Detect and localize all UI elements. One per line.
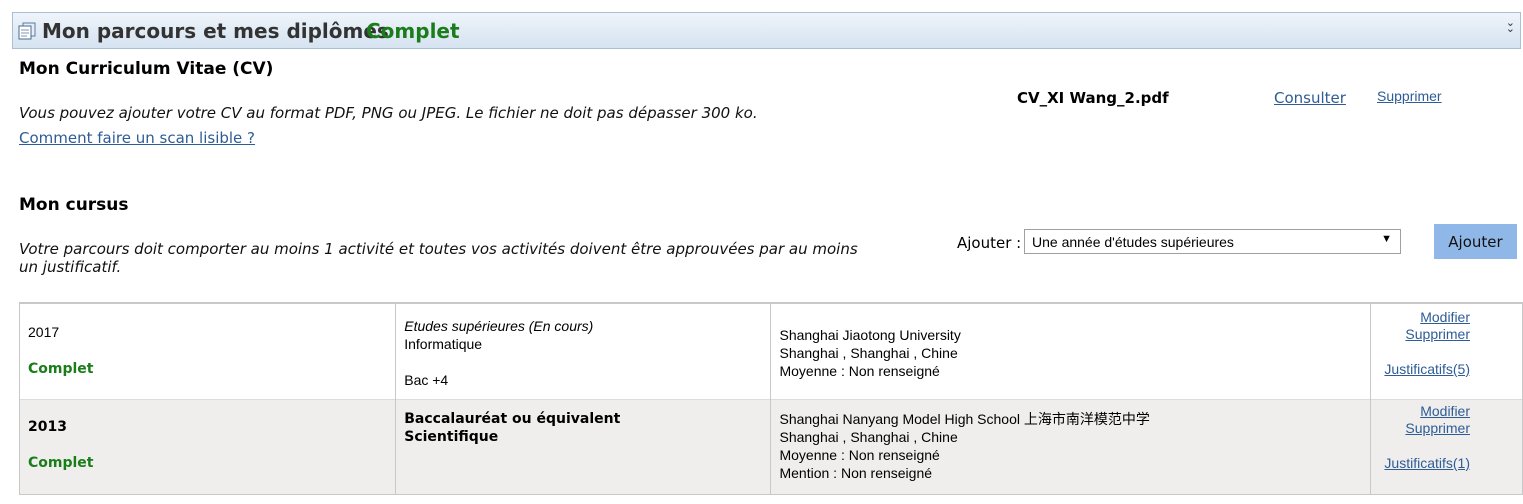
row-location: Shanghai , Shanghai , Chine (779, 345, 958, 361)
table-row: 2013 Complet Baccalauréat ou équivalent … (18, 399, 1523, 495)
cv-instructions: Vous pouvez ajouter votre CV au format P… (19, 104, 758, 122)
row-level: Bac +4 (404, 372, 449, 388)
activity-type-select[interactable]: Une année d'études supérieures ▼ (1024, 229, 1401, 254)
documents-icon (18, 22, 36, 40)
row-year: 2017 (28, 324, 60, 340)
row-average: Moyenne : Non renseigné (779, 447, 940, 463)
row-school: Shanghai Nanyang Model High School 上海市南洋… (779, 411, 1150, 427)
year-cell: 2013 Complet (18, 399, 397, 495)
school-cell: Shanghai Jiaotong University Shanghai , … (770, 303, 1372, 400)
row-status: Complet (28, 361, 94, 377)
double-chevron-down-icon[interactable]: ⌄ ⌄ (1506, 17, 1515, 34)
section-status-badge: Complet (366, 19, 460, 43)
cursus-heading: Mon cursus (19, 195, 129, 215)
cursus-table: 2017 Complet Etudes supérieures (En cour… (18, 302, 1523, 495)
justificatifs-link[interactable]: Justificatifs(1) (1384, 455, 1470, 471)
type-cell: Etudes supérieures (En cours) Informatiq… (395, 303, 772, 400)
row-year: 2013 (28, 419, 67, 435)
add-label: Ajouter : (957, 234, 1022, 252)
table-row: 2017 Complet Etudes supérieures (En cour… (18, 303, 1523, 400)
cv-heading: Mon Curriculum Vitae (CV) (19, 59, 274, 79)
modify-link[interactable]: Modifier (1405, 403, 1470, 420)
scan-help-link[interactable]: Comment faire un scan lisible ? (19, 129, 255, 147)
row-average: Moyenne : Non renseigné (779, 363, 940, 379)
school-cell: Shanghai Nanyang Model High School 上海市南洋… (770, 399, 1372, 495)
row-field: Informatique (404, 336, 483, 352)
row-type: Etudes supérieures (En cours) (404, 318, 594, 334)
row-type: Baccalauréat ou équivalent (404, 411, 621, 427)
actions-cell: Modifier Supprimer Justificatifs(1) (1370, 399, 1523, 495)
cv-consult-link[interactable]: Consulter (1274, 89, 1346, 107)
dropdown-arrow-icon: ▼ (1381, 233, 1392, 245)
activity-type-select-value: Une année d'études supérieures (1032, 234, 1234, 250)
section-header[interactable]: Mon parcours et mes diplômes Complet ⌄ ⌄ (12, 12, 1521, 49)
delete-link[interactable]: Supprimer (1405, 420, 1470, 437)
type-cell: Baccalauréat ou équivalent Scientifique (395, 399, 772, 495)
row-location: Shanghai , Shanghai , Chine (779, 429, 958, 445)
row-mention: Mention : Non renseigné (779, 465, 933, 481)
row-field: Scientifique (404, 429, 499, 445)
year-cell: 2017 Complet (18, 303, 397, 400)
add-button[interactable]: Ajouter (1434, 224, 1517, 259)
cv-file-name: CV_XI Wang_2.pdf (1017, 89, 1169, 107)
delete-link[interactable]: Supprimer (1405, 326, 1470, 343)
actions-cell: Modifier Supprimer Justificatifs(5) (1370, 303, 1523, 400)
section-title: Mon parcours et mes diplômes (42, 19, 389, 43)
justificatifs-link[interactable]: Justificatifs(5) (1384, 361, 1470, 377)
cursus-instructions: Votre parcours doit comporter au moins 1… (19, 240, 858, 276)
cv-delete-link[interactable]: Supprimer (1377, 88, 1442, 104)
modify-link[interactable]: Modifier (1405, 309, 1470, 326)
row-school: Shanghai Jiaotong University (779, 327, 961, 343)
row-status: Complet (28, 455, 94, 471)
